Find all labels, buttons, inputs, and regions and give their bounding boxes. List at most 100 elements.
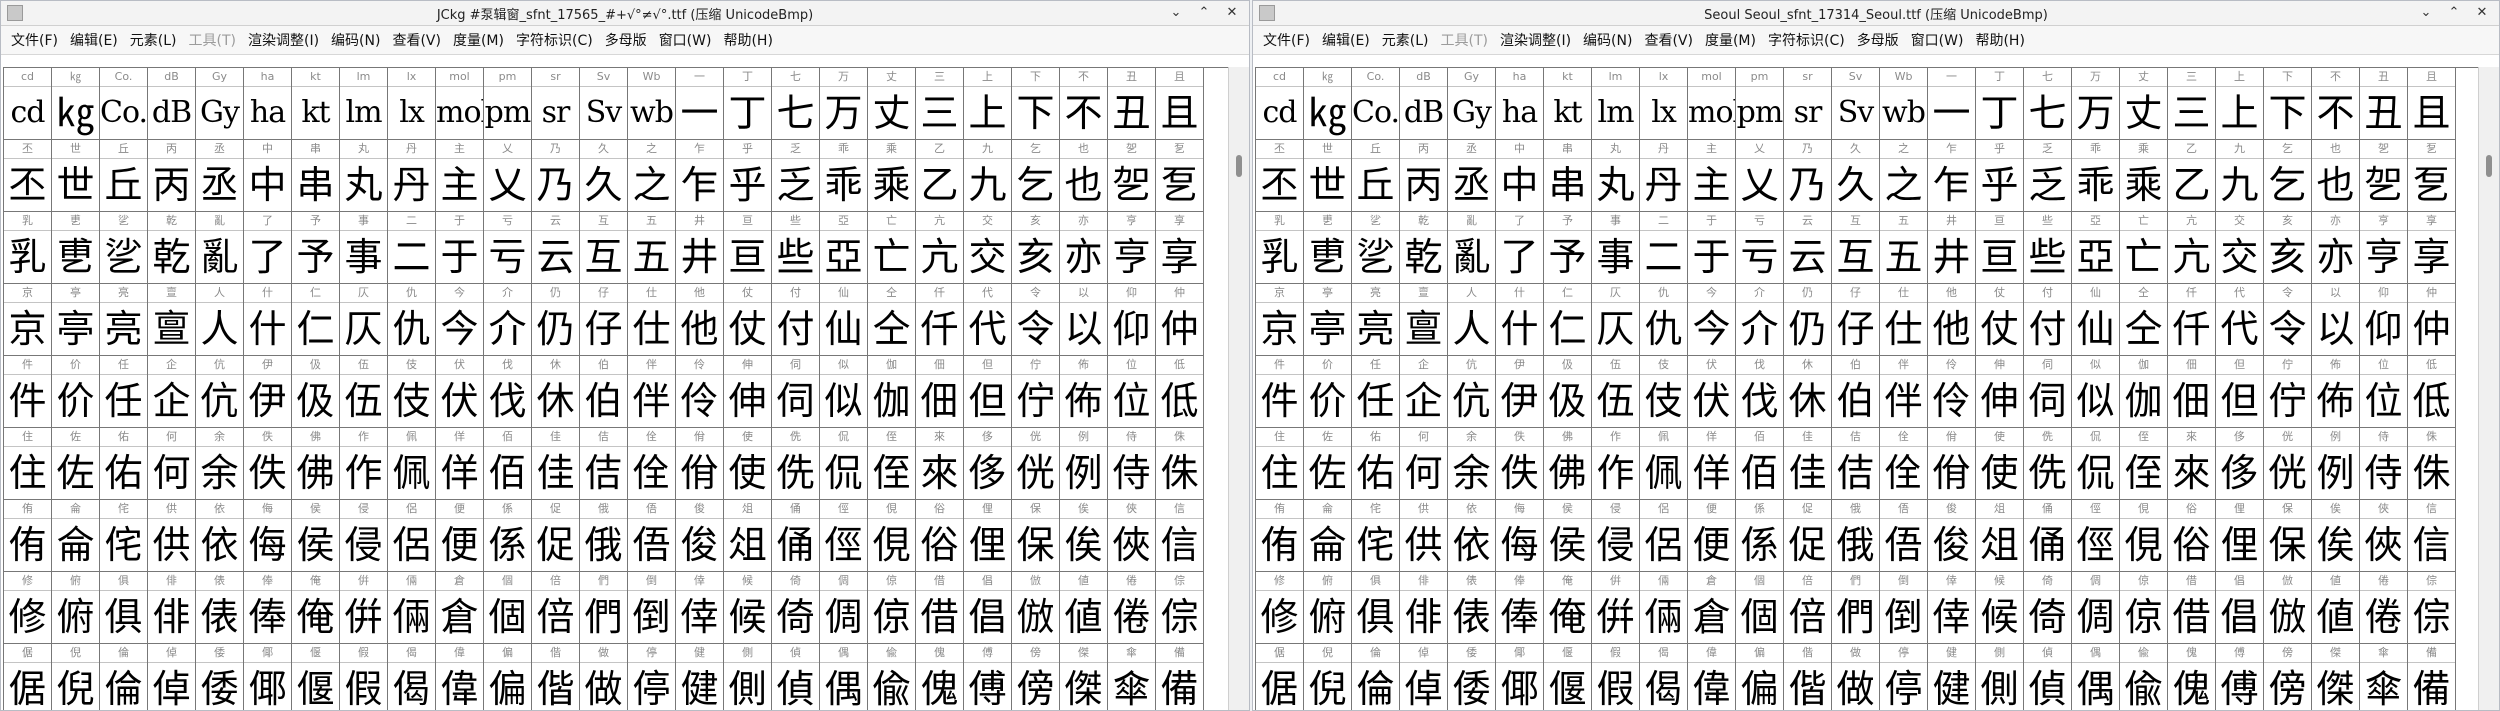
glyph-cell[interactable]: 仍仍 <box>1784 284 1832 356</box>
glyph-cell[interactable]: 些些 <box>2024 212 2072 284</box>
glyph-cell[interactable]: 倞倞 <box>868 572 916 644</box>
glyph-cell[interactable]: 伍伍 <box>1592 356 1640 428</box>
glyph-cell[interactable]: 倧倧 <box>2408 572 2456 644</box>
glyph-cell[interactable]: 亘亘 <box>1976 212 2024 284</box>
menu-item[interactable]: 多母版 <box>1851 30 1905 50</box>
glyph-cell[interactable]: 俎俎 <box>724 500 772 572</box>
glyph-cell[interactable]: 倆倆 <box>388 572 436 644</box>
glyph-cell[interactable]: 下下 <box>2264 68 2312 140</box>
glyph-cell[interactable]: 俸俸 <box>1496 572 1544 644</box>
menu-item[interactable]: 字符标识(C) <box>1762 30 1851 50</box>
menu-item[interactable]: 查看(V) <box>386 30 447 50</box>
glyph-cell[interactable]: 供供 <box>148 500 196 572</box>
glyph-cell[interactable]: 乏乏 <box>772 140 820 212</box>
glyph-cell[interactable]: 云云 <box>532 212 580 284</box>
glyph-cell[interactable]: Sv Sv <box>1832 68 1880 140</box>
glyph-cell[interactable]: 倂倂 <box>1592 572 1640 644</box>
menu-item[interactable]: 渲染调整(I) <box>242 30 325 50</box>
glyph-cell[interactable]: 仲仲 <box>1156 284 1204 356</box>
glyph-cell[interactable]: 偉偉 <box>1688 644 1736 710</box>
glyph-cell[interactable]: 伐伐 <box>1736 356 1784 428</box>
glyph-cell[interactable]: 倻倻 <box>1496 644 1544 710</box>
glyph-cell[interactable]: 備備 <box>1156 644 1204 710</box>
glyph-cell[interactable]: 作作 <box>1592 428 1640 500</box>
glyph-cell[interactable]: 仝仝 <box>2120 284 2168 356</box>
glyph-cell[interactable]: 係係 <box>1736 500 1784 572</box>
glyph-cell[interactable]: 休休 <box>1784 356 1832 428</box>
glyph-cell[interactable]: 乘乘 <box>868 140 916 212</box>
glyph-cell[interactable]: 价价 <box>52 356 100 428</box>
glyph-cell[interactable]: pm pm <box>1736 68 1784 140</box>
glyph-cell[interactable]: 付付 <box>2024 284 2072 356</box>
menu-item[interactable]: 编辑(E) <box>1316 30 1376 50</box>
menu-item[interactable]: 多母版 <box>599 30 653 50</box>
glyph-cell[interactable]: 傍傍 <box>2264 644 2312 710</box>
menu-item[interactable]: 帮助(H) <box>717 30 778 50</box>
glyph-cell[interactable]: 仰仰 <box>1108 284 1156 356</box>
glyph-cell[interactable]: lm lm <box>1592 68 1640 140</box>
glyph-cell[interactable]: 仟仟 <box>2168 284 2216 356</box>
glyph-cell[interactable]: 亨亨 <box>2360 212 2408 284</box>
glyph-cell[interactable]: 仇仇 <box>1640 284 1688 356</box>
glyph-cell[interactable]: 享享 <box>1156 212 1204 284</box>
glyph-cell[interactable]: Sv Sv <box>580 68 628 140</box>
glyph-cell[interactable]: 三三 <box>2168 68 2216 140</box>
glyph-cell[interactable]: 佚佚 <box>1496 428 1544 500</box>
glyph-cell[interactable]: 倬倬 <box>1400 644 1448 710</box>
glyph-cell[interactable]: 亶亶 <box>148 284 196 356</box>
glyph-cell[interactable]: pm pm <box>484 68 532 140</box>
glyph-cell[interactable]: 中中 <box>1496 140 1544 212</box>
glyph-cell[interactable]: 不不 <box>2312 68 2360 140</box>
menu-item[interactable]: 渲染调整(I) <box>1494 30 1577 50</box>
glyph-cell[interactable]: 也也 <box>2312 140 2360 212</box>
glyph-cell[interactable]: 伎伎 <box>1640 356 1688 428</box>
glyph-cell[interactable]: 井井 <box>676 212 724 284</box>
close-icon[interactable]: ✕ <box>2471 3 2493 23</box>
glyph-cell[interactable]: 依依 <box>1448 500 1496 572</box>
glyph-cell[interactable]: 俟俟 <box>1060 500 1108 572</box>
glyph-cell[interactable]: 俄俄 <box>580 500 628 572</box>
glyph-cell[interactable]: 佃佃 <box>2168 356 2216 428</box>
glyph-cell[interactable]: 佩佩 <box>1640 428 1688 500</box>
glyph-cell[interactable]: 倻倻 <box>244 644 292 710</box>
glyph-cell[interactable]: 串串 <box>1544 140 1592 212</box>
glyph-cell[interactable]: 侶侶 <box>388 500 436 572</box>
glyph-cell[interactable]: sr sr <box>532 68 580 140</box>
glyph-cell[interactable]: 俟俟 <box>2312 500 2360 572</box>
glyph-cell[interactable]: 件件 <box>1256 356 1304 428</box>
glyph-cell[interactable]: 停停 <box>628 644 676 710</box>
glyph-cell[interactable]: 乃乃 <box>532 140 580 212</box>
glyph-cell[interactable]: 何何 <box>1400 428 1448 500</box>
glyph-cell[interactable]: 停停 <box>1880 644 1928 710</box>
glyph-cell[interactable]: 侵侵 <box>1592 500 1640 572</box>
menu-item[interactable]: 编辑(E) <box>64 30 124 50</box>
glyph-cell[interactable]: 俠俠 <box>1108 500 1156 572</box>
glyph-cell[interactable]: 人人 <box>1448 284 1496 356</box>
glyph-cell[interactable]: 偸偸 <box>2120 644 2168 710</box>
glyph-cell[interactable]: 俄俄 <box>1832 500 1880 572</box>
glyph-cell[interactable]: 佶佶 <box>580 428 628 500</box>
glyph-cell[interactable]: 倜倜 <box>2072 572 2120 644</box>
menu-item[interactable]: 元素(L) <box>124 30 183 50</box>
glyph-cell[interactable]: 乖乖 <box>2072 140 2120 212</box>
glyph-cell[interactable]: 乘乘 <box>2120 140 2168 212</box>
glyph-cell[interactable]: 乍乍 <box>1928 140 1976 212</box>
glyph-cell[interactable]: 之之 <box>628 140 676 212</box>
glyph-cell[interactable]: 促促 <box>532 500 580 572</box>
glyph-cell[interactable]: 倍倍 <box>1784 572 1832 644</box>
glyph-cell[interactable]: 乭乭 <box>1156 140 1204 212</box>
glyph-cell[interactable]: ha ha <box>244 68 292 140</box>
glyph-cell[interactable]: 備備 <box>2408 644 2456 710</box>
glyph-cell[interactable]: 以以 <box>2312 284 2360 356</box>
glyph-cell[interactable]: 亶亶 <box>1400 284 1448 356</box>
glyph-cell[interactable]: 伯伯 <box>580 356 628 428</box>
glyph-cell[interactable]: 亢亢 <box>2168 212 2216 284</box>
glyph-cell[interactable]: 佃佃 <box>916 356 964 428</box>
glyph-cell[interactable]: 傀傀 <box>916 644 964 710</box>
glyph-cell[interactable]: 們們 <box>1832 572 1880 644</box>
glyph-cell[interactable]: 侑侑 <box>1256 500 1304 572</box>
glyph-cell[interactable]: 七七 <box>2024 68 2072 140</box>
menu-item[interactable]: 窗口(W) <box>653 30 718 50</box>
glyph-cell[interactable]: 上上 <box>2216 68 2264 140</box>
glyph-cell[interactable]: 倚倚 <box>772 572 820 644</box>
